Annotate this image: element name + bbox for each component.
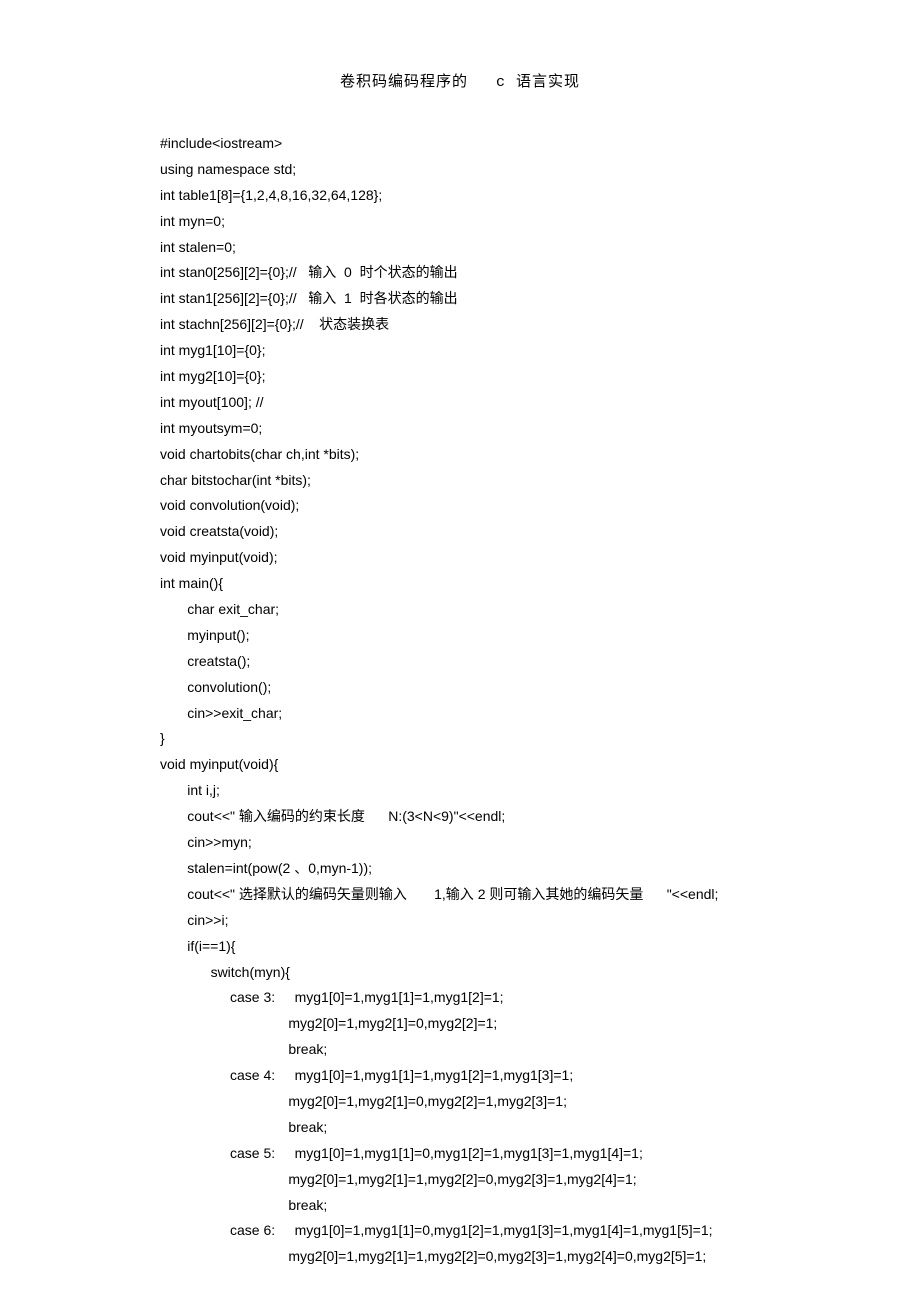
code-line: void myinput(void); bbox=[160, 545, 850, 571]
code-line: int myg1[10]={0}; bbox=[160, 338, 850, 364]
document-title: 卷积码编码程序的 c 语言实现 bbox=[70, 70, 850, 91]
code-line: myg2[0]=1,myg2[1]=1,myg2[2]=0,myg2[3]=1,… bbox=[160, 1244, 850, 1270]
code-line: void convolution(void); bbox=[160, 493, 850, 519]
code-line: stalen=int(pow(2 、0,myn-1)); bbox=[160, 856, 850, 882]
code-line: case 6: myg1[0]=1,myg1[1]=0,myg1[2]=1,my… bbox=[160, 1218, 850, 1244]
document-page: 卷积码编码程序的 c 语言实现 #include<iostream>using n… bbox=[0, 0, 920, 1310]
title-left: 卷积码编码程序的 bbox=[340, 74, 468, 91]
code-line: case 5: myg1[0]=1,myg1[1]=0,myg1[2]=1,my… bbox=[160, 1141, 850, 1167]
code-line: myg2[0]=1,myg2[1]=1,myg2[2]=0,myg2[3]=1,… bbox=[160, 1167, 850, 1193]
code-line: int stalen=0; bbox=[160, 235, 850, 261]
code-line: int myg2[10]={0}; bbox=[160, 364, 850, 390]
code-line: switch(myn){ bbox=[160, 960, 850, 986]
code-line: int myoutsym=0; bbox=[160, 416, 850, 442]
code-line: } bbox=[160, 726, 850, 752]
code-line: using namespace std; bbox=[160, 157, 850, 183]
code-line: if(i==1){ bbox=[160, 934, 850, 960]
code-line: case 4: myg1[0]=1,myg1[1]=1,myg1[2]=1,my… bbox=[160, 1063, 850, 1089]
code-line: char bitstochar(int *bits); bbox=[160, 468, 850, 494]
code-line: myg2[0]=1,myg2[1]=0,myg2[2]=1,myg2[3]=1; bbox=[160, 1089, 850, 1115]
code-line: char exit_char; bbox=[160, 597, 850, 623]
code-line: void chartobits(char ch,int *bits); bbox=[160, 442, 850, 468]
code-line: int myout[100]; // bbox=[160, 390, 850, 416]
code-line: cout<<" 选择默认的编码矢量则输入 1,输入 2 则可输入其她的编码矢量 … bbox=[160, 882, 850, 908]
code-line: int stan0[256][2]={0};// 输入 0 时个状态的输出 bbox=[160, 260, 850, 286]
code-line: cin>>i; bbox=[160, 908, 850, 934]
code-line: #include<iostream> bbox=[160, 131, 850, 157]
code-line: void myinput(void){ bbox=[160, 752, 850, 778]
code-line: break; bbox=[160, 1193, 850, 1219]
code-line: void creatsta(void); bbox=[160, 519, 850, 545]
code-line: myg2[0]=1,myg2[1]=0,myg2[2]=1; bbox=[160, 1011, 850, 1037]
code-line: convolution(); bbox=[160, 675, 850, 701]
code-block: #include<iostream>using namespace std;in… bbox=[70, 131, 850, 1270]
code-line: int i,j; bbox=[160, 778, 850, 804]
code-line: case 3: myg1[0]=1,myg1[1]=1,myg1[2]=1; bbox=[160, 985, 850, 1011]
code-line: cin>>myn; bbox=[160, 830, 850, 856]
code-line: cin>>exit_char; bbox=[160, 701, 850, 727]
code-line: int main(){ bbox=[160, 571, 850, 597]
code-line: creatsta(); bbox=[160, 649, 850, 675]
code-line: myinput(); bbox=[160, 623, 850, 649]
title-right: c 语言实现 bbox=[496, 74, 580, 91]
code-line: break; bbox=[160, 1037, 850, 1063]
code-line: cout<<" 输入编码的约束长度 N:(3<N<9)"<<endl; bbox=[160, 804, 850, 830]
code-line: int stan1[256][2]={0};// 输入 1 时各状态的输出 bbox=[160, 286, 850, 312]
code-line: break; bbox=[160, 1115, 850, 1141]
code-line: int table1[8]={1,2,4,8,16,32,64,128}; bbox=[160, 183, 850, 209]
code-line: int stachn[256][2]={0};// 状态装换表 bbox=[160, 312, 850, 338]
code-line: int myn=0; bbox=[160, 209, 850, 235]
